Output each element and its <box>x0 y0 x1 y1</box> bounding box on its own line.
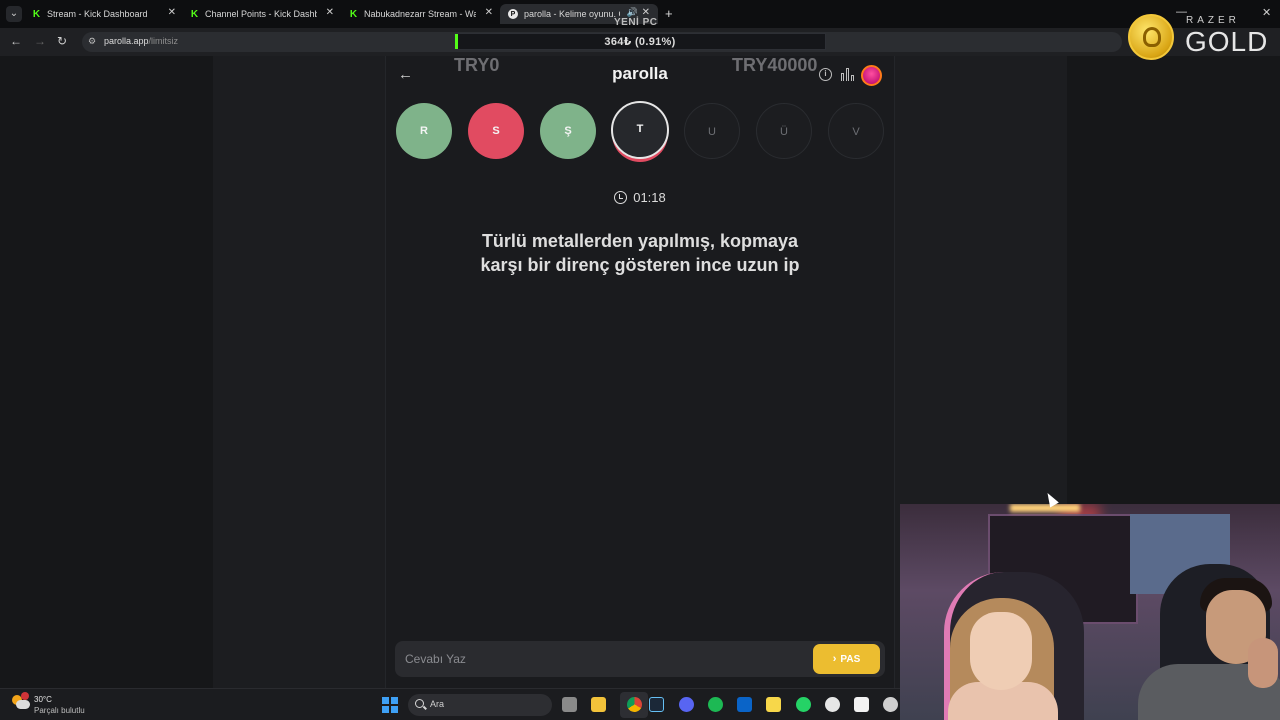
sponsor-gold-label: GOLD <box>1185 26 1269 57</box>
user-avatar[interactable] <box>861 65 882 86</box>
close-tab-icon[interactable]: ✕ <box>168 7 176 18</box>
kick-icon: K <box>32 8 41 20</box>
razer-gold-coin-icon <box>1128 14 1174 60</box>
kick-icon: K <box>190 8 199 20</box>
pass-label: PAS <box>840 653 861 665</box>
letter-circle-wrong: S <box>468 103 524 159</box>
pass-button[interactable]: › PAS <box>813 644 880 674</box>
answer-input[interactable] <box>395 641 805 677</box>
chatgpt-icon[interactable] <box>825 697 840 712</box>
letter-circle-pending: U <box>684 103 740 159</box>
whatsapp-icon[interactable] <box>796 697 811 712</box>
task-view-icon[interactable] <box>562 697 577 712</box>
weather-temperature: 30°C <box>34 695 52 704</box>
game-timer: 01:18 <box>0 190 1280 205</box>
tab-kick-stream[interactable]: K Stream - Kick Dashboard ✕ <box>32 4 176 24</box>
discord-icon[interactable] <box>679 697 694 712</box>
goal-progress-bar: 364₺ (0.91%) <box>454 33 826 50</box>
site-info-icon[interactable]: ⚙ <box>88 36 96 47</box>
windows-start-icon[interactable] <box>382 697 398 713</box>
sticky-notes-icon[interactable] <box>766 697 781 712</box>
tab-search-chevron-icon[interactable]: ⌄ <box>6 6 22 22</box>
goal-title: YENİ PC <box>614 17 658 28</box>
answer-bar: › PAS <box>395 641 885 677</box>
taskbar-search-label: Ara <box>430 699 445 709</box>
question-text: Türlü metallerden yapılmış, kopmaya karş… <box>420 229 860 277</box>
spotify-icon[interactable] <box>708 697 723 712</box>
file-explorer-icon[interactable] <box>591 697 606 712</box>
parolla-icon: P <box>508 9 518 19</box>
new-tab-button[interactable]: + <box>665 6 673 21</box>
search-icon <box>415 699 424 708</box>
goal-progress-text: 364₺ (0.91%) <box>604 36 676 48</box>
letter-circle-correct: R <box>396 103 452 159</box>
webcam-feed <box>900 504 1280 720</box>
notification-badge <box>21 692 29 700</box>
forward-arrow-icon[interactable]: → <box>34 34 46 48</box>
outlook-icon[interactable] <box>737 697 752 712</box>
tab-title: Channel Points - Kick Dashboard <box>205 9 317 19</box>
url-text: parolla.app/limitsiz <box>104 36 179 46</box>
game-title: parolla <box>612 64 668 83</box>
chevron-right-icon: › <box>832 653 837 665</box>
reload-icon[interactable]: ↻ <box>57 34 67 48</box>
tab-title: parolla - Kelime oyunu. Gü <box>524 9 620 19</box>
stats-chart-icon[interactable] <box>841 67 855 81</box>
question-line: Türlü metallerden yapılmış, kopmaya <box>481 231 799 251</box>
back-arrow-icon[interactable]: ← <box>10 34 22 48</box>
letter-circle-pending: V <box>828 103 884 159</box>
tab-kick-channel-points[interactable]: K Channel Points - Kick Dashboard ✕ <box>190 4 334 24</box>
letter-circle-correct: Ş <box>540 103 596 159</box>
tab-title: Stream - Kick Dashboard <box>47 9 148 19</box>
letter-circle-current: T <box>611 101 669 159</box>
close-tab-icon[interactable]: ✕ <box>326 7 334 18</box>
screen: ⌄ K Stream - Kick Dashboard ✕ K Channel … <box>0 0 1280 720</box>
sponsor-brand: RAZER <box>1186 15 1240 26</box>
letter-circle-pending: Ü <box>756 103 812 159</box>
steam-icon[interactable] <box>649 697 664 712</box>
taskbar-search[interactable]: Ara <box>408 694 552 716</box>
tab-title: Nabukadnezarr Stream - Watch <box>364 9 476 19</box>
clock-icon <box>614 191 628 204</box>
chrome-icon[interactable] <box>627 697 642 712</box>
close-tab-icon[interactable]: ✕ <box>485 7 493 18</box>
weather-description: Parçalı bulutlu <box>34 706 85 715</box>
obs-icon[interactable] <box>883 697 898 712</box>
capcut-icon[interactable] <box>854 697 869 712</box>
question-line: karşı bir direnç gösteren ince uzun ip <box>480 255 800 275</box>
close-window-icon[interactable]: ✕ <box>1262 6 1271 19</box>
info-icon[interactable]: i <box>819 68 832 81</box>
tab-kick-watch[interactable]: K Nabukadnezarr Stream - Watch ✕ <box>349 4 493 24</box>
kick-icon: K <box>349 8 358 20</box>
timer-value: 01:18 <box>633 190 666 205</box>
